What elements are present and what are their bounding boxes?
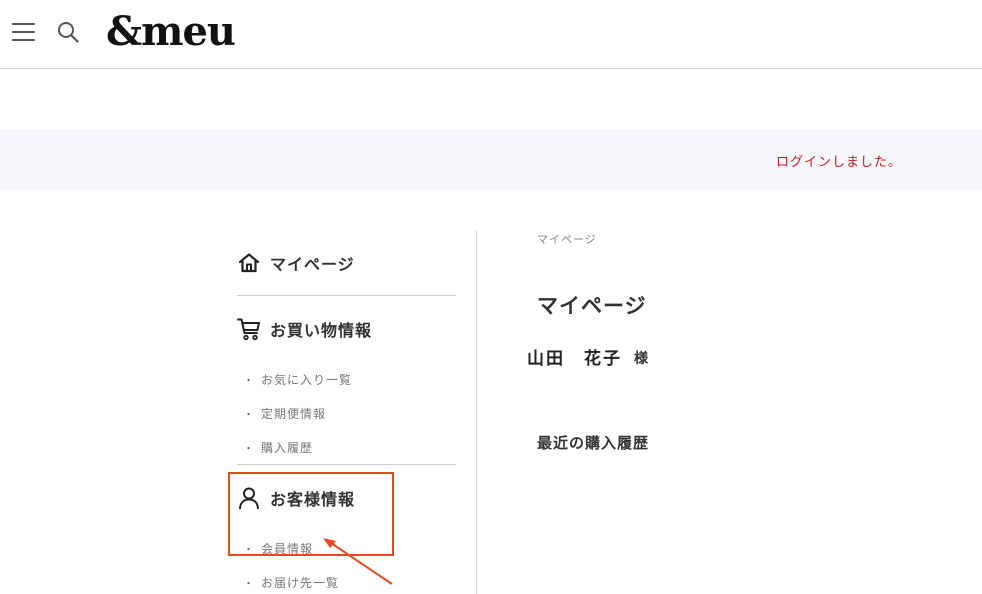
sidebar-purchase-heading: お買い物情報 <box>237 296 456 362</box>
bullet: ・ <box>243 375 255 387</box>
login-notice-bar: ログインしました。 <box>0 129 982 190</box>
column-divider <box>476 230 477 594</box>
sidebar-mypage[interactable]: マイページ <box>237 230 456 296</box>
annotation-arrow-icon <box>323 538 393 585</box>
user-name: 山田 花子 <box>527 349 622 369</box>
sidebar-item-subscription[interactable]: ・定期便情報 <box>237 396 456 430</box>
home-icon <box>238 252 260 272</box>
bullet: ・ <box>243 578 255 590</box>
site-logo[interactable]: &meu <box>106 6 236 58</box>
site-header: &meu <box>0 0 982 69</box>
sidebar-section-purchase: お買い物情報 ・お気に入り一覧 ・定期便情報 ・購入履歴 <box>237 296 456 465</box>
sidebar-item-order-history[interactable]: ・購入履歴 <box>237 430 456 464</box>
bullet: ・ <box>243 443 255 455</box>
user-honorific: 様 <box>634 351 648 367</box>
page: &meu ログインしました。 マイページ お買い物情報 ・ お気に入り一覧 ・ … <box>0 0 982 594</box>
sidebar-purchase-label: お買い物情報 <box>270 321 373 340</box>
sidebar-item-favorites[interactable]: ・お気に入り一覧 <box>237 362 456 396</box>
hamburger-menu-icon[interactable] <box>12 22 35 42</box>
recent-orders-heading: 最近の購入履歴 <box>537 434 650 452</box>
breadcrumb: マイページ <box>537 233 597 246</box>
login-notice-message: ログインしました。 <box>775 155 902 170</box>
bullet: ・ <box>243 409 255 421</box>
page-title: マイページ <box>537 294 647 318</box>
sidebar-item-label: 購入履歴 <box>261 440 314 455</box>
sidebar-item-label: 定期便情報 <box>261 406 327 421</box>
sidebar-mypage-label[interactable]: マイページ <box>270 251 355 275</box>
purchase-submenu: ・お気に入り一覧 ・定期便情報 ・購入履歴 <box>237 362 456 464</box>
sidebar-item-label: お気に入り一覧 <box>261 372 353 387</box>
search-icon[interactable] <box>57 21 79 43</box>
cart-icon <box>237 318 260 341</box>
